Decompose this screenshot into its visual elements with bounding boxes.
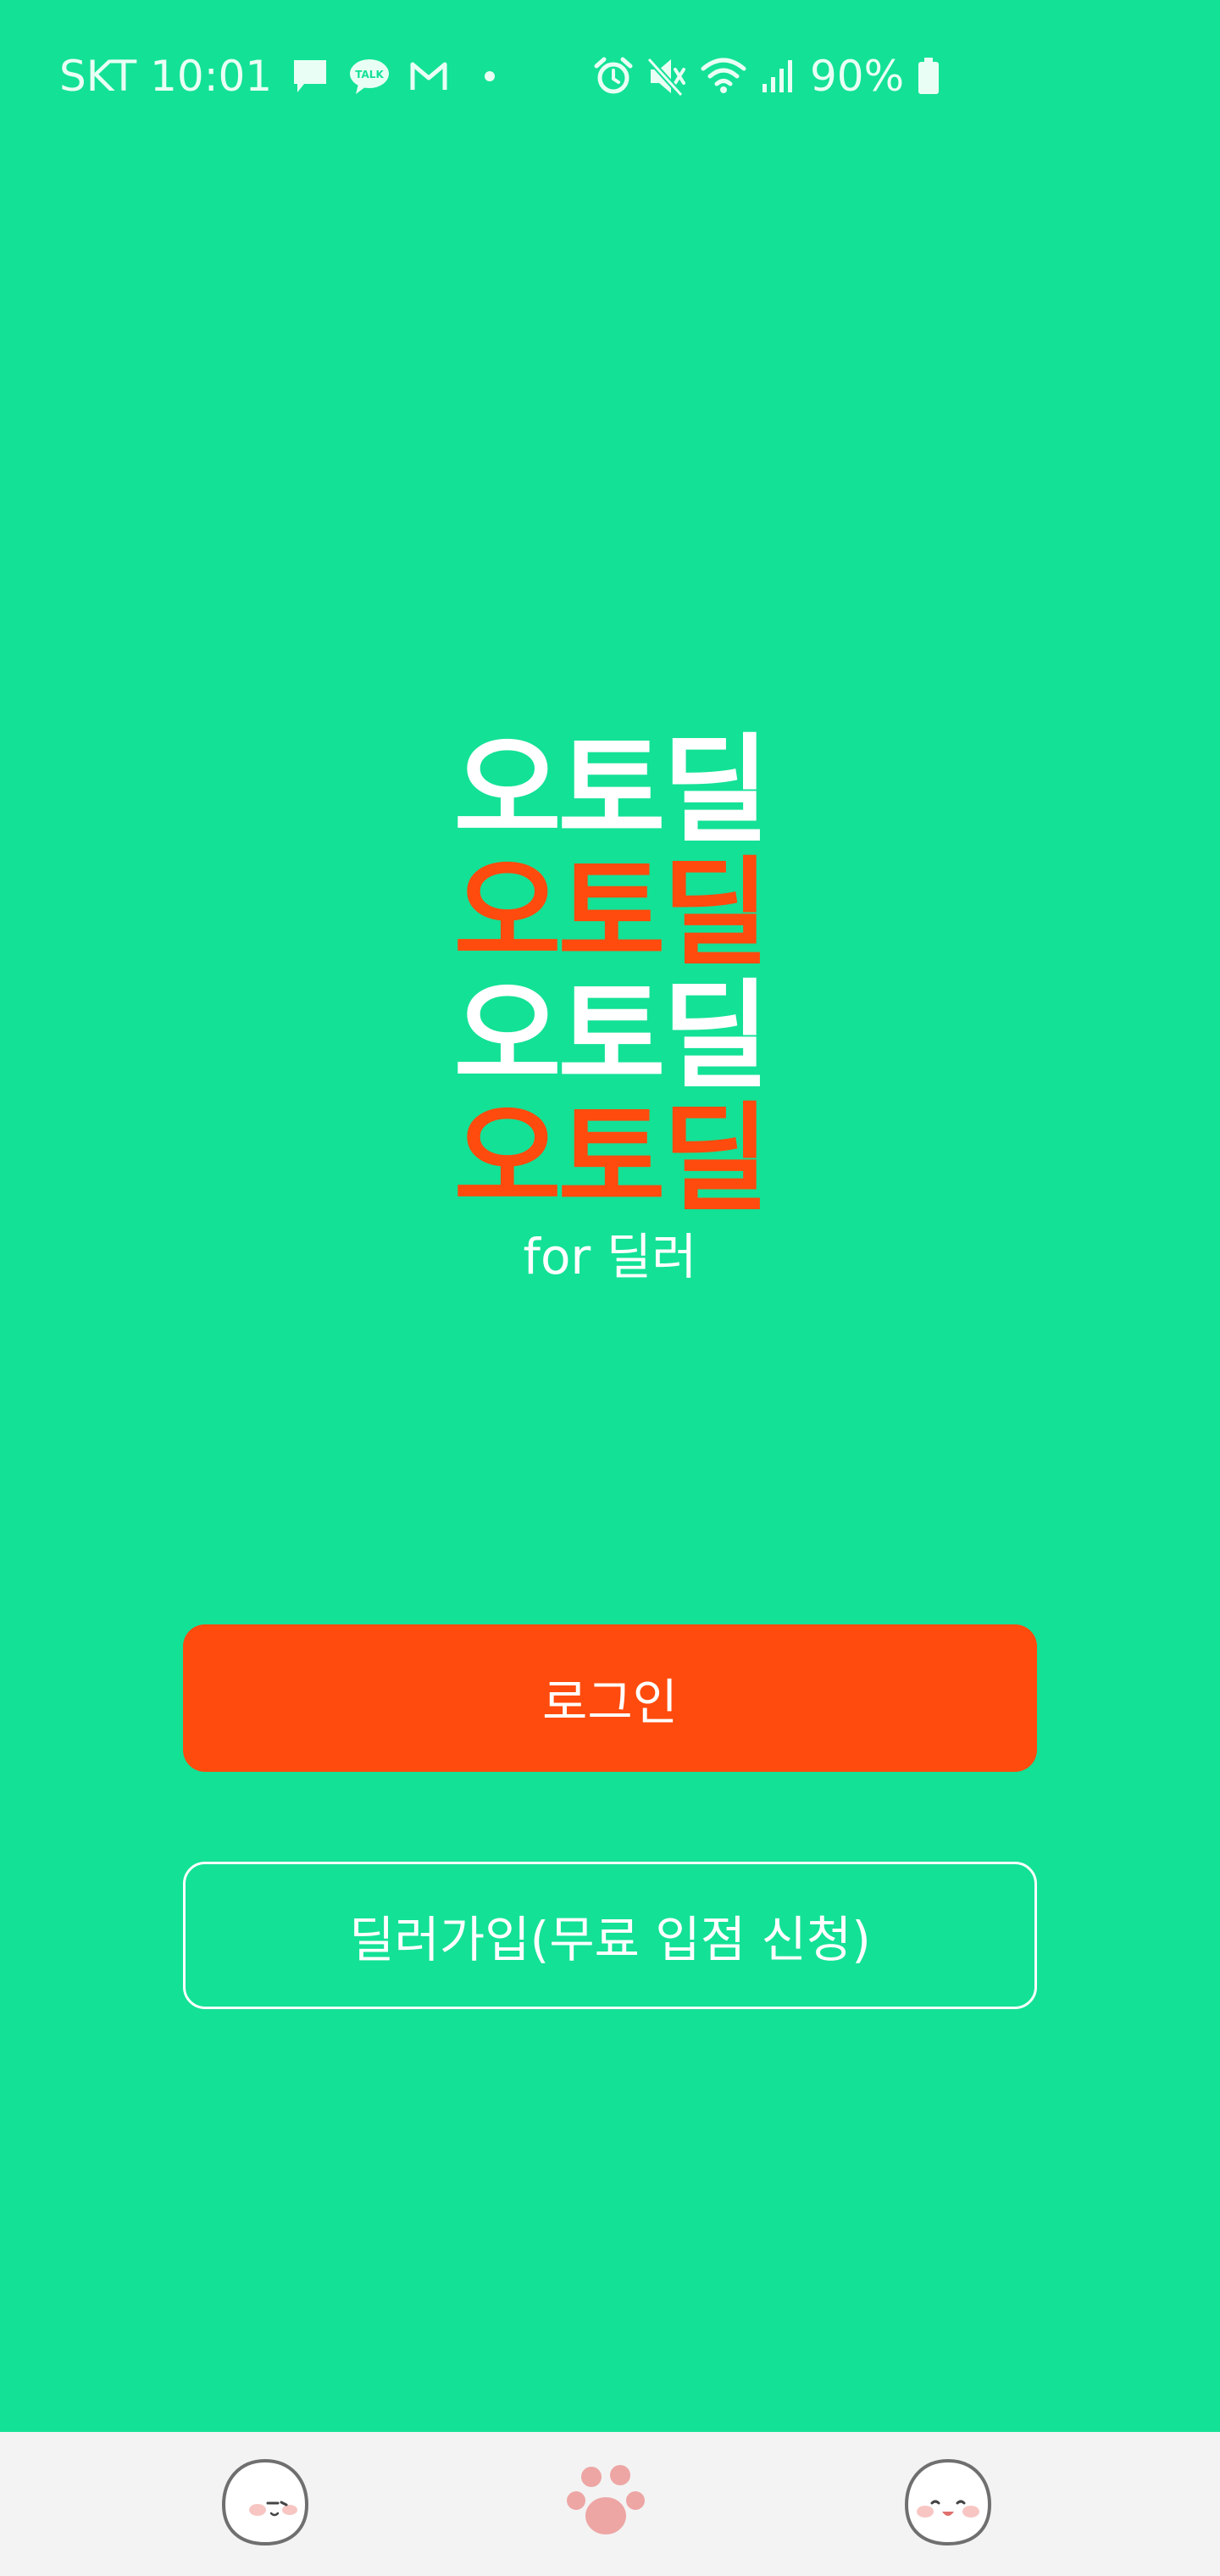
status-right: 90% <box>593 49 940 103</box>
tab-mascot-left[interactable] <box>210 2449 320 2559</box>
dot-icon <box>484 70 496 82</box>
login-button[interactable]: 로그인 <box>183 1624 1037 1772</box>
kakaotalk-icon: TALK <box>348 57 391 96</box>
login-button-label: 로그인 <box>541 1674 679 1731</box>
svg-text:TALK: TALK <box>355 69 384 80</box>
mascot-face-icon <box>219 2456 312 2552</box>
mascot-smile-icon <box>901 2456 995 2552</box>
logo-line-2: 오토딜 <box>453 845 770 981</box>
tab-paw[interactable] <box>551 2449 661 2559</box>
logo-line-3: 오토딜 <box>453 968 770 1104</box>
carrier-time: SKT 10:01 <box>59 52 273 101</box>
paw-icon <box>559 2460 652 2548</box>
wifi-icon <box>700 57 747 96</box>
status-left: SKT 10:01 TALK <box>59 49 496 103</box>
alarm-icon <box>593 56 634 97</box>
logo-line-1: 오토딜 <box>453 722 770 858</box>
logo-line-4: 오토딜 <box>453 1091 770 1227</box>
bottom-tab-bar <box>0 2432 1220 2576</box>
status-bar: SKT 10:01 TALK 90% <box>0 0 1220 153</box>
mute-icon <box>647 56 686 97</box>
dealer-signup-button[interactable]: 딜러가입(무료 입점 신청) <box>183 1862 1037 2009</box>
message-icon <box>291 57 330 96</box>
battery-percent: 90% <box>810 52 905 101</box>
logo-subtitle: for 딜러 <box>523 1228 697 1285</box>
dealer-signup-button-label: 딜러가입(무료 입점 신청) <box>349 1911 871 1968</box>
gmail-icon <box>409 59 448 93</box>
tab-mascot-right[interactable] <box>893 2449 1003 2559</box>
signal-icon <box>761 58 796 94</box>
battery-icon <box>918 58 940 95</box>
app-logo: 오토딜 오토딜 오토딜 오토딜 for 딜러 <box>0 729 1220 1286</box>
